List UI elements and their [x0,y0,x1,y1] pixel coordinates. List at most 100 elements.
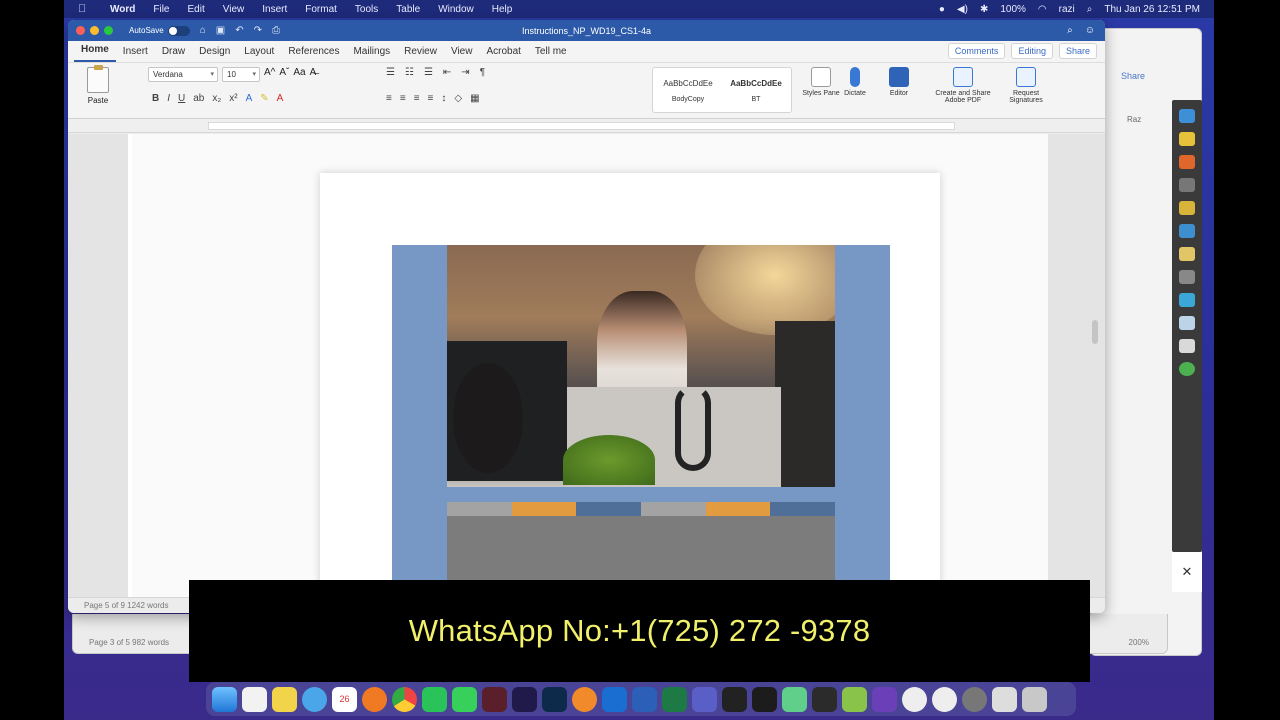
settings-icon[interactable] [962,686,987,712]
preview-icon[interactable] [992,686,1017,712]
show-marks-icon[interactable]: ¶ [480,67,485,78]
align-right-icon[interactable]: ≡ [414,93,420,104]
bookmark-icon[interactable] [1179,224,1195,238]
line-spacing-icon[interactable]: ↕ [441,93,446,104]
spotlight-icon[interactable]: ⌕ [1087,4,1093,15]
stickies-icon[interactable] [272,686,297,712]
shading-icon[interactable]: ◇ [454,93,462,104]
document-canvas[interactable] [68,134,1105,597]
menu-app-word[interactable]: Word [110,4,135,15]
font-color-icon[interactable]: A [277,93,284,104]
photoshop-icon[interactable] [542,686,567,712]
dictate-button[interactable]: Dictate [830,67,880,97]
call-center-photo[interactable] [447,245,835,487]
print-icon[interactable]: ⎙ [272,25,280,36]
vscode-icon[interactable] [812,686,837,712]
visualstudio-icon[interactable] [872,686,897,712]
brochure-panel[interactable] [392,245,890,585]
tab-draw[interactable]: Draw [155,46,192,62]
teams-icon[interactable] [692,686,717,712]
menu-help[interactable]: Help [492,4,513,15]
document-page[interactable] [320,173,940,593]
style-bodycopy[interactable]: AaBbCcDdEe BodyCopy [657,72,719,108]
blender-icon[interactable] [572,686,597,712]
close-icon[interactable]: ✕ [1172,552,1202,592]
superscript-icon[interactable]: x² [229,93,237,104]
scroll-thumb[interactable] [1092,320,1098,344]
align-left-icon[interactable]: ≡ [386,93,392,104]
record-icon[interactable]: ● [939,4,945,15]
safari-icon[interactable] [302,686,327,712]
wifi-icon[interactable]: ◠ [1038,4,1047,15]
text-icon[interactable] [1179,178,1195,192]
text-block[interactable] [447,516,835,585]
justify-icon[interactable]: ≡ [428,93,434,104]
bold-icon[interactable]: B [152,93,159,104]
multilevel-icon[interactable]: ☰ [424,67,433,78]
create-share-pdf-button[interactable]: Create and Share Adobe PDF [928,67,998,104]
menu-view[interactable]: View [223,4,245,15]
unity-icon[interactable] [722,686,747,712]
tab-review[interactable]: Review [397,46,444,62]
save-icon[interactable]: ▣ [216,25,225,36]
tab-acrobat[interactable]: Acrobat [479,46,527,62]
search-icon[interactable]: ⌕ [1067,25,1073,36]
outlook-icon[interactable] [602,686,627,712]
shrink-font-icon[interactable]: Aˇ [279,67,289,82]
screen-icon[interactable] [1179,109,1195,123]
highlight-icon[interactable]: ✎ [260,93,268,104]
autosave-toggle[interactable] [167,25,190,36]
vertical-scrollbar[interactable] [1091,134,1099,597]
underline-icon[interactable]: U [178,93,185,104]
increase-indent-icon[interactable]: ⇥ [461,67,469,78]
change-case-icon[interactable]: Aa [293,67,305,82]
circle-icon[interactable] [1179,362,1195,376]
borders-icon[interactable]: ▦ [470,93,479,104]
share-node-icon[interactable] [1179,270,1195,284]
tab-design[interactable]: Design [192,46,237,62]
zoom-window-button[interactable] [104,26,113,35]
trash-icon[interactable] [1022,686,1047,712]
firefox-icon[interactable] [362,686,387,712]
share-button[interactable]: Share [1058,43,1097,59]
page-area[interactable] [132,134,1048,597]
bg-share-button[interactable]: Share [1121,71,1145,81]
menu-table[interactable]: Table [396,4,420,15]
calendar-icon[interactable]: 26 [332,686,357,712]
comments-button[interactable]: Comments [947,43,1006,59]
note-icon[interactable] [1179,247,1195,261]
messages-icon[interactable] [452,686,477,712]
android-icon[interactable] [842,686,867,712]
home-icon[interactable]: ⌂ [200,25,206,36]
close-window-button[interactable] [76,26,85,35]
tab-insert[interactable]: Insert [116,46,155,62]
grow-font-icon[interactable]: A^ [264,67,275,82]
tab-references[interactable]: References [281,46,346,62]
strikethrough-icon[interactable]: ab [193,93,204,104]
align-center-icon[interactable]: ≡ [400,93,406,104]
chrome-icon[interactable] [392,686,417,712]
chat-icon[interactable] [1179,339,1195,353]
terminal-icon[interactable] [752,686,777,712]
tab-mailings[interactable]: Mailings [346,46,397,62]
editing-button[interactable]: Editing [1011,43,1053,59]
word-icon[interactable] [632,686,657,712]
premiere-icon[interactable] [512,686,537,712]
numbering-icon[interactable]: ☷ [405,67,414,78]
clock-label[interactable]: Thu Jan 26 12:51 PM [1104,4,1200,15]
sticky-icon[interactable] [1179,201,1195,215]
italic-icon[interactable]: I [167,93,170,104]
menu-format[interactable]: Format [305,4,337,15]
tab-layout[interactable]: Layout [237,46,281,62]
horizontal-ruler[interactable] [68,119,1105,133]
subscript-icon[interactable]: x₂ [212,93,221,104]
dreamweaver-icon[interactable] [482,686,507,712]
tell-me[interactable]: Tell me [528,46,574,62]
bullets-icon[interactable]: ☰ [386,67,395,78]
font-name-select[interactable]: Verdana [148,67,218,82]
pen-icon[interactable] [1179,132,1195,146]
font-size-select[interactable]: 10 [222,67,260,82]
menu-tools[interactable]: Tools [355,4,378,15]
cloud-icon[interactable] [1179,293,1195,307]
menu-file[interactable]: File [153,4,169,15]
